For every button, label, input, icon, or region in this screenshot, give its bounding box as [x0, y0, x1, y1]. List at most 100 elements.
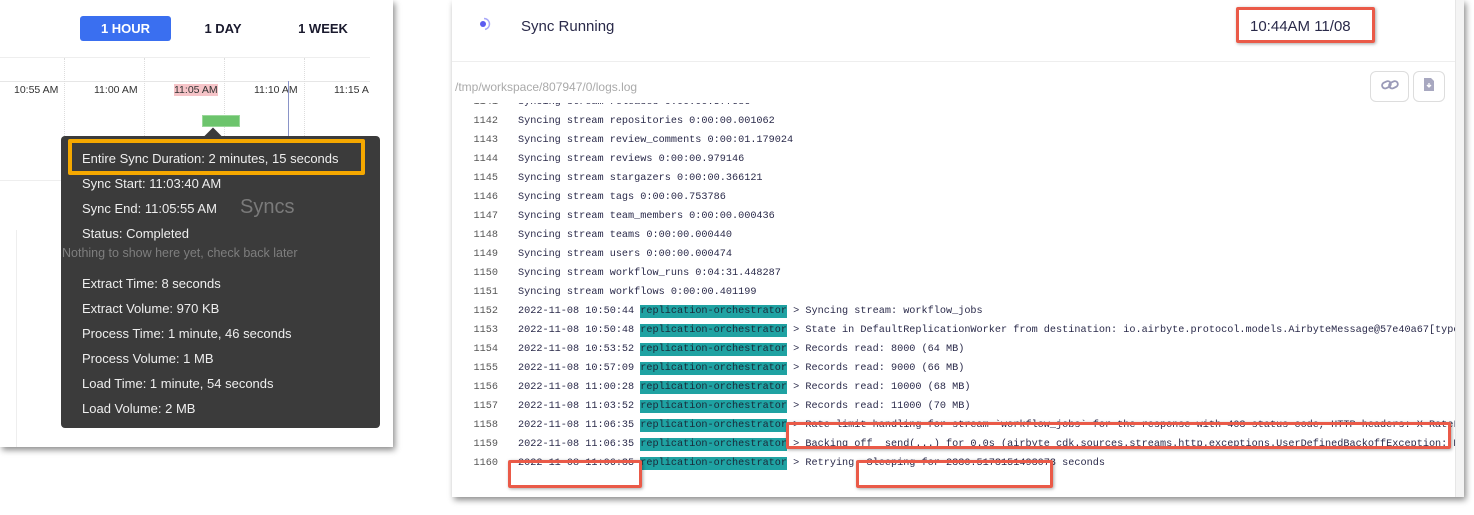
line-number: 1152	[473, 306, 498, 317]
line-number: 1153	[473, 325, 498, 336]
sync-logs-panel: Sync Running 10:44AM 11/08 /tmp/workspac…	[452, 0, 1464, 497]
time-label: 11:15 A	[334, 84, 369, 96]
log-timestamp: 2022-11-08 10:50:48	[518, 325, 635, 336]
log-source-tag: replication-orchestrator	[640, 305, 788, 318]
tooltip-start: Sync Start: 11:03:40 AM	[82, 176, 222, 191]
log-message: Syncing stream workflows 0:00:00.401199	[518, 287, 757, 298]
grid-line	[304, 58, 305, 138]
axis-line	[0, 81, 370, 82]
log-line: 1147 Syncing stream team_members 0:00:00.…	[452, 207, 775, 226]
range-1-day-button[interactable]: 1 DAY	[190, 16, 256, 41]
sync-timeline-panel: 1 HOUR 1 DAY 1 WEEK 10:55 AM 11:00 AM 11…	[0, 0, 393, 447]
line-number: 1151	[473, 287, 498, 298]
log-message: > Records read: 11000 (70 MB)	[787, 401, 971, 412]
sync-status: Sync Running	[521, 18, 615, 35]
log-message: Syncing stream workflow_runs 0:04:31.448…	[518, 268, 781, 279]
log-message: > Records read: 9000 (66 MB)	[787, 363, 965, 374]
log-message: > State in DefaultReplicationWorker from…	[787, 325, 1455, 336]
log-source-tag: replication-orchestrator	[640, 419, 788, 432]
line-number: 1141	[452, 103, 498, 112]
log-timestamp: 2022-11-08 11:06:35	[518, 420, 635, 431]
log-source-tag: replication-orchestrator	[640, 362, 788, 375]
log-message: Syncing stream tags 0:00:00.753786	[518, 192, 726, 203]
log-message: > Records read: 10000 (68 MB)	[787, 382, 971, 393]
log-timestamp: 2022-11-08 11:03:52	[518, 401, 635, 412]
line-number: 1158	[473, 420, 498, 431]
tooltip-process-time: Process Time: 1 minute, 46 seconds	[82, 326, 292, 341]
syncs-heading: Syncs	[240, 196, 295, 218]
tooltip-extract-time: Extract Time: 8 seconds	[82, 276, 221, 291]
time-label: 10:55 AM	[14, 84, 59, 96]
rate-limit-annotation-box	[786, 422, 1451, 449]
sleep-duration-annotation-box	[856, 460, 1053, 488]
download-file-icon	[1424, 77, 1434, 96]
log-line: 1154 2022-11-08 10:53:52 replication-orch…	[452, 340, 964, 359]
log-timestamp: 2022-11-08 10:57:09	[518, 363, 635, 374]
log-message: Syncing stream users 0:00:00.000474	[518, 249, 732, 260]
grid-line	[64, 58, 65, 138]
log-line: 1157 2022-11-08 11:03:52 replication-orch…	[452, 397, 970, 416]
line-number: 1156	[473, 382, 498, 393]
log-message: Syncing stream repositories 0:00:00.0010…	[518, 116, 775, 127]
sync-bar[interactable]	[202, 115, 240, 127]
line-number: 1142	[473, 116, 498, 127]
log-line: 1155 2022-11-08 10:57:09 replication-orch…	[452, 359, 964, 378]
log-source-tag: replication-orchestrator	[640, 438, 788, 451]
tooltip-end: Sync End: 11:05:55 AM	[82, 201, 217, 216]
panel-border	[16, 230, 17, 447]
tooltip-load-volume: Load Volume: 2 MB	[82, 401, 196, 416]
time-label: 11:00 AM	[94, 84, 138, 96]
log-source-tag: replication-orchestrator	[640, 343, 788, 356]
range-1-hour-button[interactable]: 1 HOUR	[80, 16, 171, 41]
line-number: 1149	[473, 249, 498, 260]
log-line: 1150 Syncing stream workflow_runs 0:04:31…	[452, 264, 781, 283]
time-label: 11:10 AM	[254, 84, 298, 96]
time-label-highlighted: 11:05 AM	[174, 84, 218, 96]
log-timestamp: 2022-11-08 10:50:44	[518, 306, 635, 317]
log-timestamp: 2022-11-08 10:53:52	[518, 344, 635, 355]
tooltip-load-time: Load Time: 1 minute, 54 seconds	[82, 376, 274, 391]
range-1-week-button[interactable]: 1 WEEK	[285, 16, 361, 41]
line-number: 1160	[473, 458, 498, 469]
tooltip-status: Status: Completed	[82, 226, 189, 241]
copy-link-button[interactable]	[1370, 71, 1409, 102]
log-message: > Syncing stream: workflow_jobs	[787, 306, 983, 317]
log-line: 1146 Syncing stream tags 0:00:00.753786	[452, 188, 726, 207]
line-number: 1159	[473, 439, 498, 450]
log-line: 1149 Syncing stream users 0:00:00.000474	[452, 245, 732, 264]
line-number: 1154	[473, 344, 498, 355]
log-line: 1142 Syncing stream repositories 0:00:00.…	[452, 112, 775, 131]
download-logs-button[interactable]	[1413, 71, 1445, 102]
line-number: 1146	[473, 192, 498, 203]
line-number: 1148	[473, 230, 498, 241]
log-line: 1153 2022-11-08 10:50:48 replication-orch…	[452, 321, 1455, 340]
duration-highlight-box	[68, 139, 365, 175]
log-line: 1141 Syncing stream releases 0:00:00.5776…	[452, 103, 751, 112]
log-message: Syncing stream review_comments 0:00:01.1…	[518, 135, 794, 146]
line-number: 1150	[473, 268, 498, 279]
log-line: 1152 2022-11-08 10:50:44 replication-orch…	[452, 302, 983, 321]
line-number: 1145	[473, 173, 498, 184]
tooltip-extract-volume: Extract Volume: 970 KB	[82, 301, 220, 316]
line-number: 1157	[473, 401, 498, 412]
log-line: 1156 2022-11-08 11:00:28 replication-orch…	[452, 378, 970, 397]
log-source-tag: replication-orchestrator	[640, 324, 788, 337]
line-number: 1147	[473, 211, 498, 222]
sync-tooltip: Entire Sync Duration: 2 minutes, 15 seco…	[61, 127, 380, 428]
log-line: 1148 Syncing stream teams 0:00:00.000440	[452, 226, 732, 245]
log-source-tag: replication-orchestrator	[640, 381, 788, 394]
line-number: 1144	[473, 154, 498, 165]
link-icon	[1380, 78, 1399, 96]
log-line: 1145 Syncing stream stargazers 0:00:00.36…	[452, 169, 763, 188]
log-file-path: /tmp/workspace/807947/0/logs.log	[455, 80, 638, 94]
log-line: 1143 Syncing stream review_comments 0:00:…	[452, 131, 794, 150]
retry-time-annotation-box	[508, 460, 642, 488]
tooltip-process-volume: Process Volume: 1 MB	[82, 351, 214, 366]
divider	[0, 57, 370, 58]
line-number: 1143	[473, 135, 498, 146]
line-number: 1155	[473, 363, 498, 374]
log-line: 1144 Syncing stream reviews 0:00:00.97914…	[452, 150, 745, 169]
scrollbar[interactable]	[1455, 0, 1464, 497]
log-message: Syncing stream stargazers 0:00:00.366121	[518, 173, 763, 184]
log-message: Syncing stream reviews 0:00:00.979146	[518, 154, 745, 165]
